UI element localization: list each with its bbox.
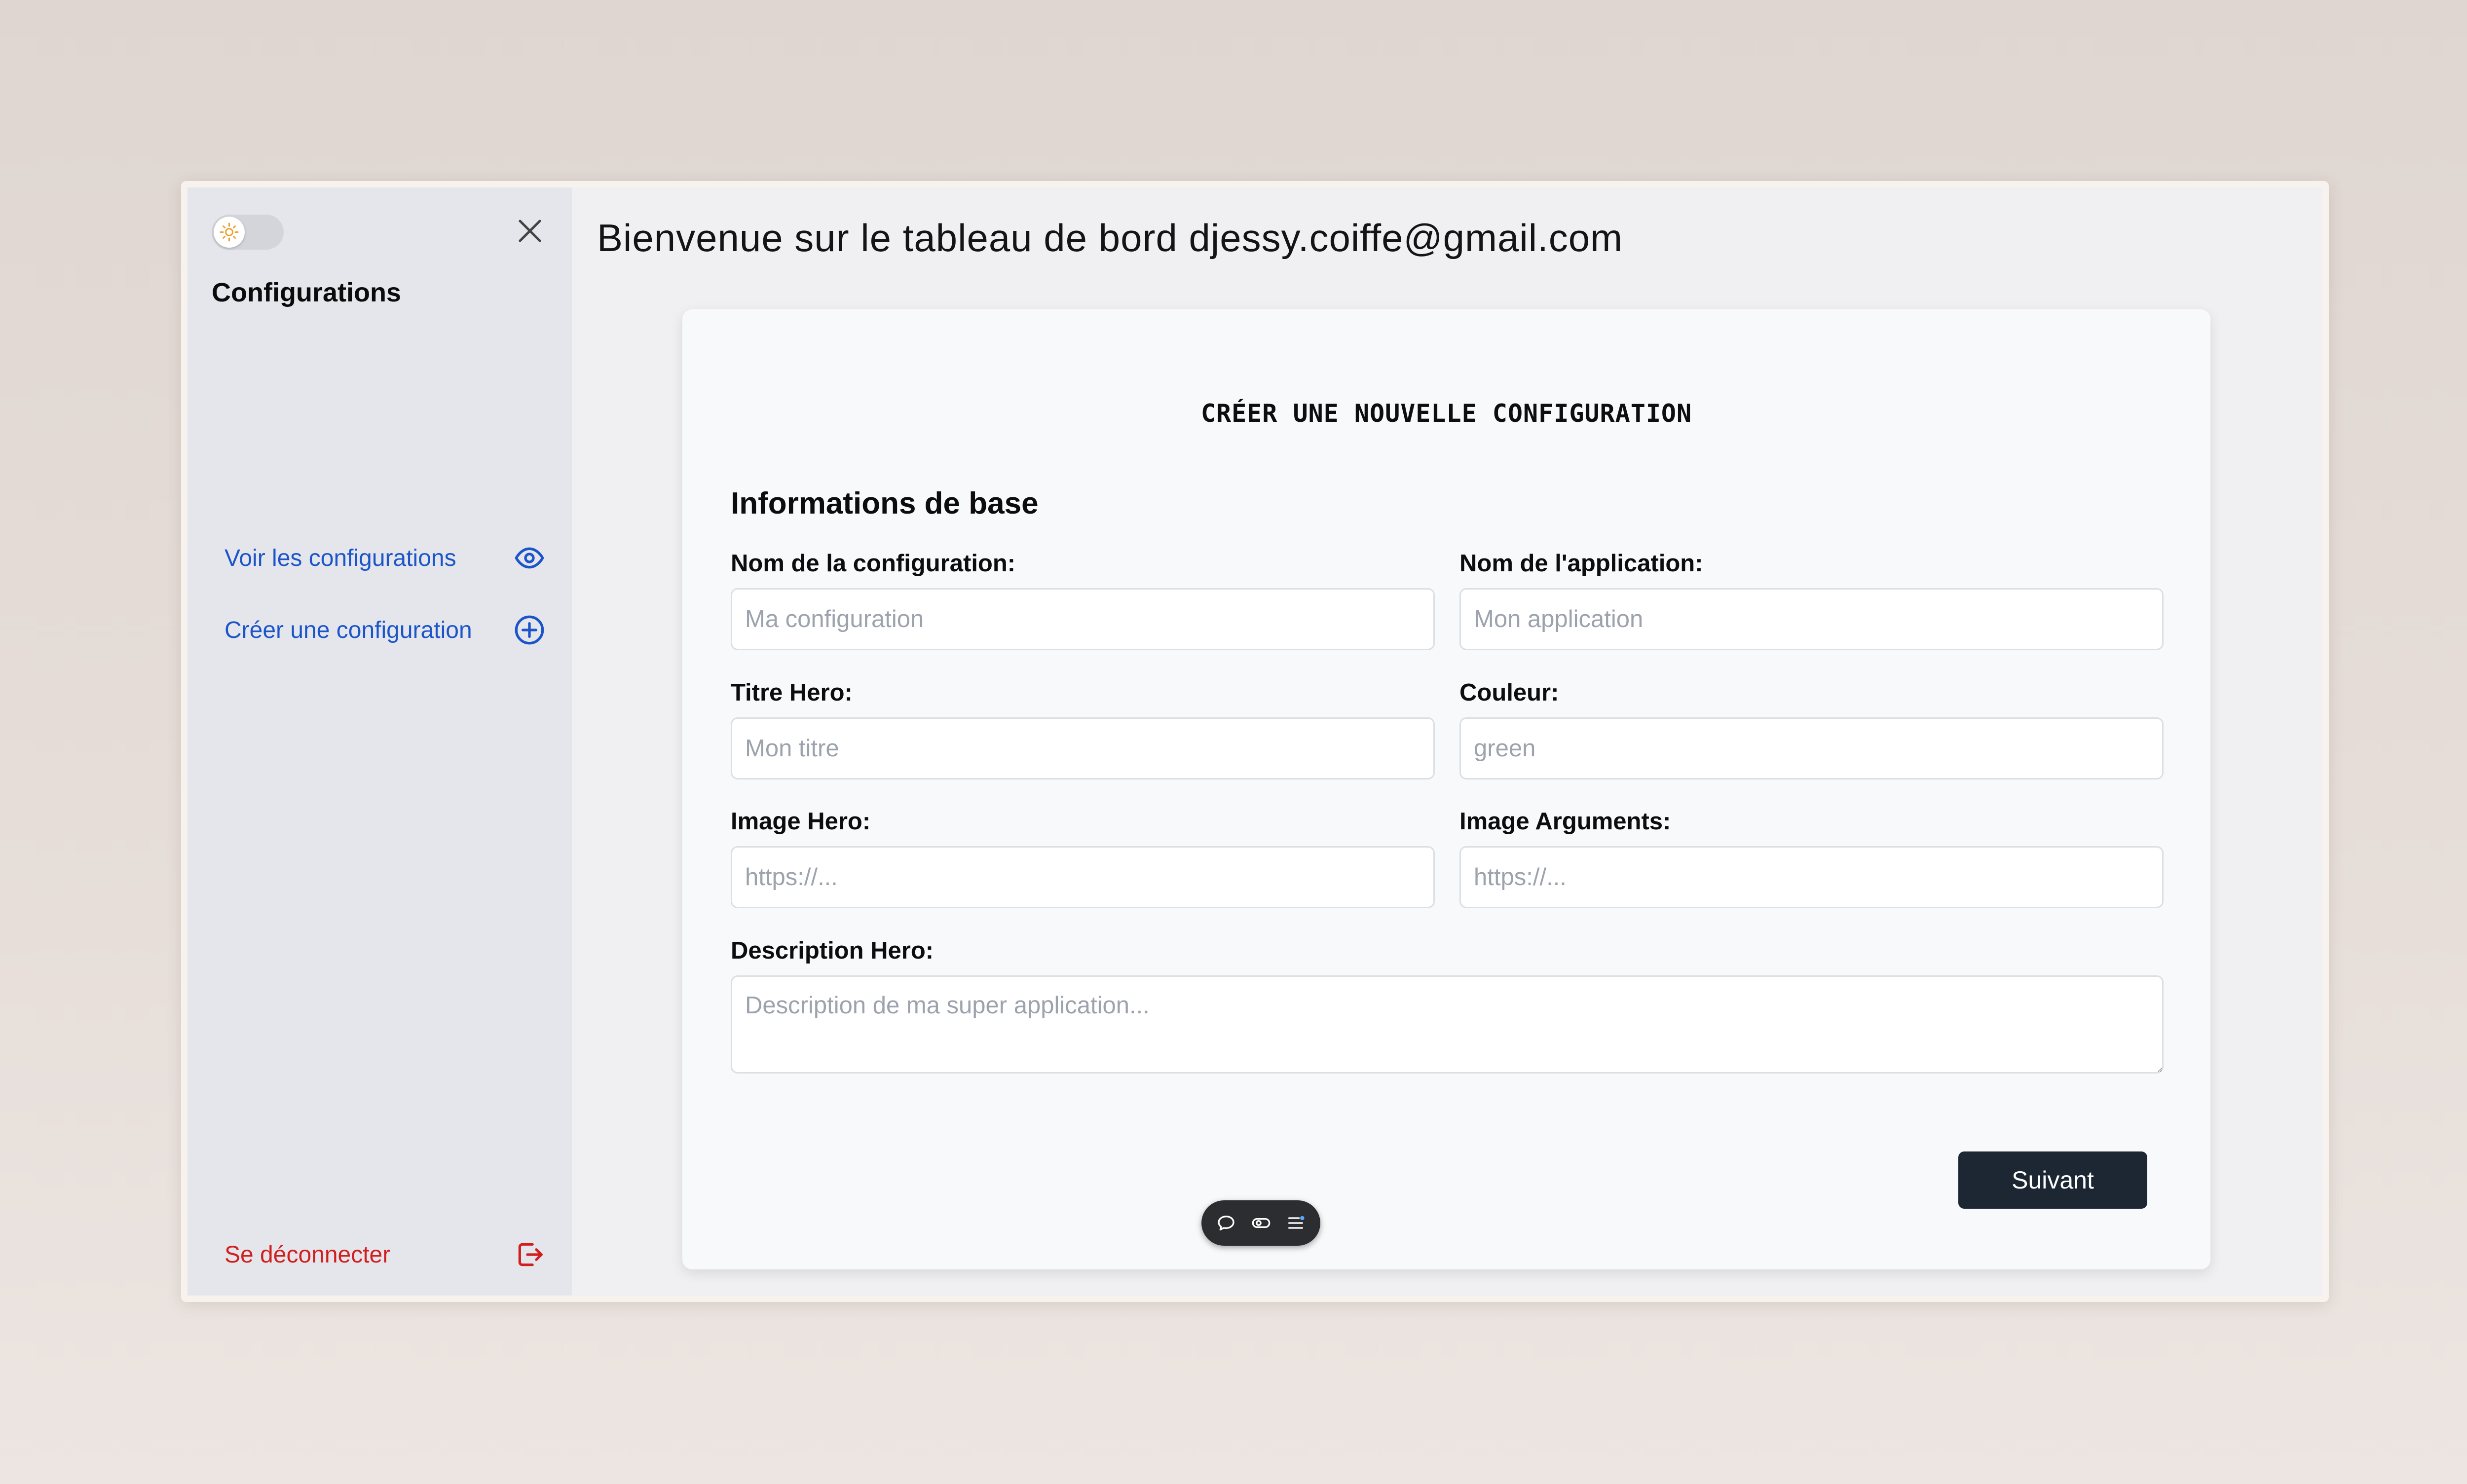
plus-circle-icon bbox=[515, 615, 544, 645]
floating-toolbar bbox=[1201, 1200, 1320, 1246]
hero-title-input[interactable] bbox=[731, 717, 1435, 779]
toggle-knob[interactable] bbox=[214, 217, 245, 248]
toggle-icon bbox=[1252, 1218, 1270, 1228]
config-name-label: Nom de la configuration: bbox=[731, 550, 1016, 577]
section-title: Informations de base bbox=[731, 486, 1039, 520]
toggle-view-button[interactable] bbox=[1251, 1213, 1271, 1233]
sidebar-title: Configurations bbox=[212, 278, 401, 307]
args-image-label: Image Arguments: bbox=[1459, 808, 1671, 835]
sidebar-item-create-configuration[interactable]: Créer une configuration bbox=[224, 608, 545, 652]
create-config-card: CRÉER UNE NOUVELLE CONFIGURATION Informa… bbox=[682, 309, 2210, 1269]
config-name-input[interactable] bbox=[731, 588, 1435, 650]
logout-icon bbox=[518, 1243, 543, 1266]
sidebar-item-view-configurations[interactable]: Voir les configurations bbox=[224, 536, 545, 580]
app-name-label: Nom de l'application: bbox=[1459, 550, 1703, 577]
hero-title-label: Titre Hero: bbox=[731, 679, 853, 706]
app-window: Configurations Voir les configurations C… bbox=[181, 181, 2329, 1302]
page-title: Bienvenue sur le tableau de bord djessy.… bbox=[597, 216, 1623, 260]
close-sidebar-button[interactable] bbox=[515, 216, 545, 246]
args-image-input[interactable] bbox=[1459, 846, 2164, 908]
sun-icon bbox=[220, 223, 239, 242]
eye-icon bbox=[515, 547, 544, 569]
sidebar-item-label: Créer une configuration bbox=[224, 617, 472, 643]
list-button[interactable] bbox=[1286, 1213, 1306, 1233]
hero-image-label: Image Hero: bbox=[731, 808, 871, 835]
sidebar: Configurations Voir les configurations C… bbox=[187, 187, 572, 1296]
close-icon bbox=[519, 220, 541, 242]
logout-label: Se déconnecter bbox=[224, 1241, 391, 1268]
theme-toggle[interactable] bbox=[212, 215, 284, 250]
comment-button[interactable] bbox=[1216, 1213, 1236, 1233]
next-button[interactable]: Suivant bbox=[1958, 1151, 2147, 1209]
logout-button[interactable]: Se déconnecter bbox=[224, 1232, 545, 1277]
comment-icon bbox=[1218, 1216, 1234, 1230]
hero-description-textarea[interactable] bbox=[731, 975, 2164, 1074]
list-icon bbox=[1288, 1216, 1305, 1229]
app-name-input[interactable] bbox=[1459, 588, 2164, 650]
hero-image-input[interactable] bbox=[731, 846, 1435, 908]
color-label: Couleur: bbox=[1459, 679, 1559, 706]
color-input[interactable] bbox=[1459, 717, 2164, 779]
sidebar-item-label: Voir les configurations bbox=[224, 545, 456, 571]
form-title: CRÉER UNE NOUVELLE CONFIGURATION bbox=[1200, 399, 1692, 428]
hero-description-label: Description Hero: bbox=[731, 937, 934, 964]
